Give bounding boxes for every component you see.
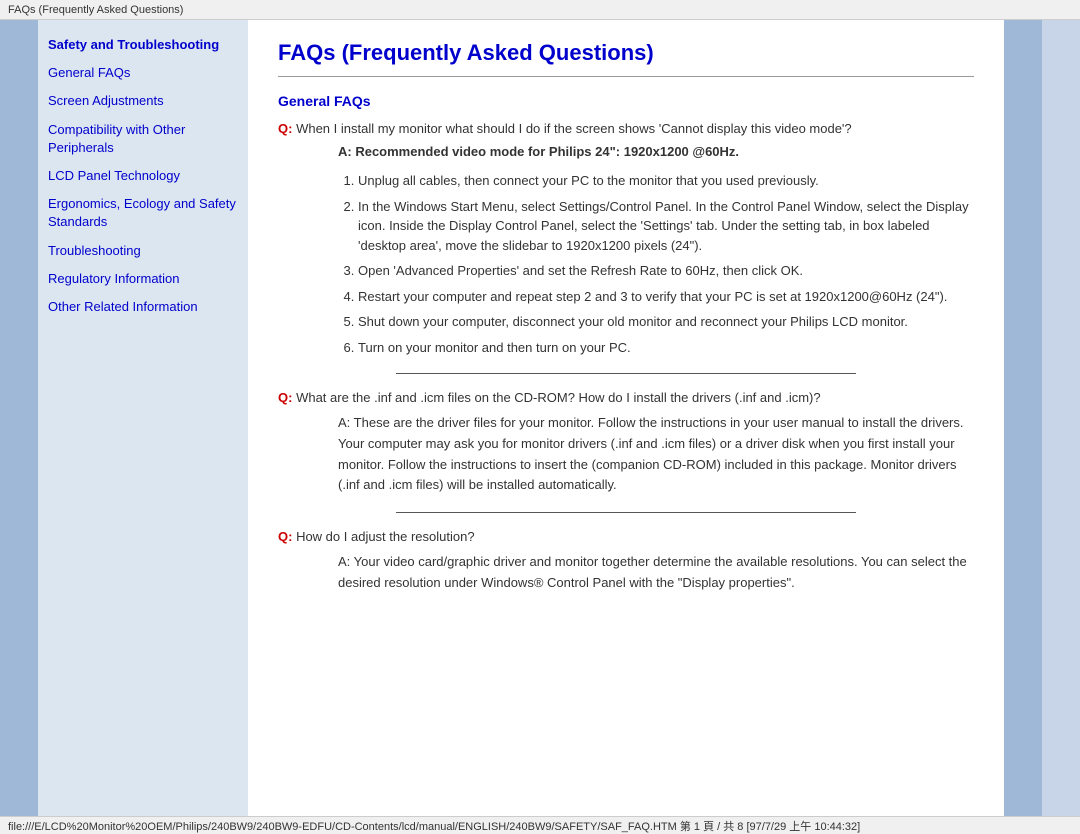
sidebar: Safety and Troubleshooting General FAQs Sc…	[38, 20, 248, 816]
answer-3: A: Your video card/graphic driver and mo…	[338, 552, 974, 594]
list-item-4: Shut down your computer, disconnect your…	[358, 312, 974, 332]
q3-label: Q:	[278, 529, 292, 544]
status-bar-text: file:///E/LCD%20Monitor%20OEM/Philips/24…	[8, 818, 860, 834]
status-bar: file:///E/LCD%20Monitor%20OEM/Philips/24…	[0, 816, 1080, 834]
a1-highlight-text: Recommended video mode for Philips 24": …	[352, 144, 739, 159]
answer-2: A: These are the driver files for your m…	[338, 413, 974, 496]
list-item-2: Open 'Advanced Properties' and set the R…	[358, 261, 974, 281]
section-divider-2	[396, 512, 856, 513]
a2-label: A:	[338, 415, 350, 430]
section-title: General FAQs	[278, 93, 974, 109]
page-title: FAQs (Frequently Asked Questions)	[278, 40, 974, 66]
q1-label: Q:	[278, 121, 292, 136]
list-item-5: Turn on your monitor and then turn on yo…	[358, 338, 974, 358]
list-item-0: Unplug all cables, then connect your PC …	[358, 171, 974, 191]
sidebar-item-7[interactable]: Regulatory Information	[48, 270, 238, 288]
sidebar-item-2[interactable]: Screen Adjustments	[48, 92, 238, 110]
title-divider	[278, 76, 974, 77]
title-bar: FAQs (Frequently Asked Questions)	[0, 0, 1080, 20]
sidebar-item-3[interactable]: Compatibility with Other Peripherals	[48, 121, 238, 157]
q1-text: When I install my monitor what should I …	[292, 121, 851, 136]
q2-text: What are the .inf and .icm files on the …	[292, 390, 820, 405]
sidebar-item-4[interactable]: LCD Panel Technology	[48, 167, 238, 185]
a3-text: Your video card/graphic driver and monit…	[338, 554, 967, 590]
sidebar-item-0[interactable]: Safety and Troubleshooting	[48, 36, 238, 54]
a1-label: A:	[338, 144, 352, 159]
question-2: Q: What are the .inf and .icm files on t…	[278, 390, 974, 405]
sidebar-item-5[interactable]: Ergonomics, Ecology and Safety Standards	[48, 195, 238, 231]
a3-label: A:	[338, 554, 350, 569]
q2-label: Q:	[278, 390, 292, 405]
sidebar-item-1[interactable]: General FAQs	[48, 64, 238, 82]
right-decorative-bar	[1004, 20, 1042, 816]
list-item-1: In the Windows Start Menu, select Settin…	[358, 197, 974, 256]
question-3: Q: How do I adjust the resolution?	[278, 529, 974, 544]
sidebar-item-6[interactable]: Troubleshooting	[48, 242, 238, 260]
far-right-decorative-bar	[1042, 20, 1080, 816]
a2-text: These are the driver files for your moni…	[338, 415, 964, 492]
question-1: Q: When I install my monitor what should…	[278, 121, 974, 136]
section-divider-1	[396, 373, 856, 374]
title-bar-text: FAQs (Frequently Asked Questions)	[8, 4, 183, 16]
q3-text: How do I adjust the resolution?	[292, 529, 474, 544]
list-item-3: Restart your computer and repeat step 2 …	[358, 287, 974, 307]
answer-1-list: Unplug all cables, then connect your PC …	[358, 171, 974, 357]
main-content: FAQs (Frequently Asked Questions) Genera…	[248, 20, 1004, 816]
left-decorative-bar	[0, 20, 38, 816]
sidebar-item-8[interactable]: Other Related Information	[48, 298, 238, 316]
answer-1-highlight: A: Recommended video mode for Philips 24…	[338, 144, 974, 159]
